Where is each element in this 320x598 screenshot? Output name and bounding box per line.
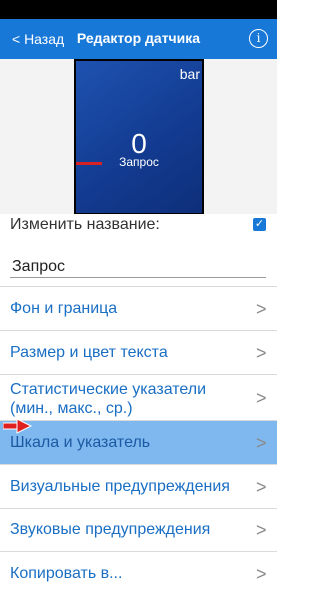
menu-item-label: Шкала и указатель [10, 434, 151, 451]
chevron-right-icon: > [256, 520, 267, 540]
menu-item-statistics[interactable]: Статистические указатели (мин., макс., с… [0, 374, 277, 420]
menu-item-label: Звуковые предупреждения [10, 521, 211, 538]
menu-item-text-size-color[interactable]: Размер и цвет текста > [0, 330, 277, 374]
menu-item-label: Копировать в... [10, 565, 123, 582]
red-arrow-pointer-icon [3, 418, 33, 434]
chevron-right-icon: > [256, 388, 267, 408]
menu-item-label: Статистические указатели (мин., макс., с… [10, 381, 207, 417]
menu-item-background-border[interactable]: Фон и граница > [0, 286, 277, 330]
sensor-tile-preview: bar 0 Запрос [74, 59, 204, 215]
chevron-right-icon: > [256, 564, 267, 584]
menu-item-label: Визуальные предупреждения [10, 478, 230, 495]
settings-menu: Фон и граница > Размер и цвет текста > С… [0, 286, 277, 598]
sensor-preview-area: bar 0 Запрос [0, 59, 277, 220]
chevron-right-icon: > [256, 433, 267, 453]
menu-item-scale-pointer[interactable]: Шкала и указатель > [0, 420, 277, 464]
rename-checkbox[interactable]: ✓ [253, 218, 266, 231]
status-bar [0, 0, 277, 19]
chevron-right-icon: > [256, 343, 267, 363]
sensor-name-input[interactable] [10, 256, 266, 278]
sensor-tile-label: Запрос [119, 155, 159, 169]
menu-item-copy-to[interactable]: Копировать в... > [0, 551, 277, 598]
menu-item-sound-alerts[interactable]: Звуковые предупреждения > [0, 508, 277, 551]
info-icon[interactable]: i [249, 29, 268, 48]
menu-item-label: Размер и цвет текста [10, 344, 168, 361]
menu-item-label: Фон и граница [10, 300, 118, 317]
chevron-right-icon: > [256, 477, 267, 497]
rename-row: Изменить название: ✓ [0, 214, 277, 244]
chevron-right-icon: > [256, 299, 267, 319]
sensor-tile-corner-text: bar [179, 66, 200, 82]
checkmark-icon: ✓ [254, 218, 265, 230]
page-title: Редактор датчика [76, 30, 201, 46]
menu-item-visual-alerts[interactable]: Визуальные предупреждения > [0, 464, 277, 508]
nav-bar: < Назад Редактор датчика i [0, 19, 277, 59]
rename-label: Изменить название: [10, 216, 160, 233]
